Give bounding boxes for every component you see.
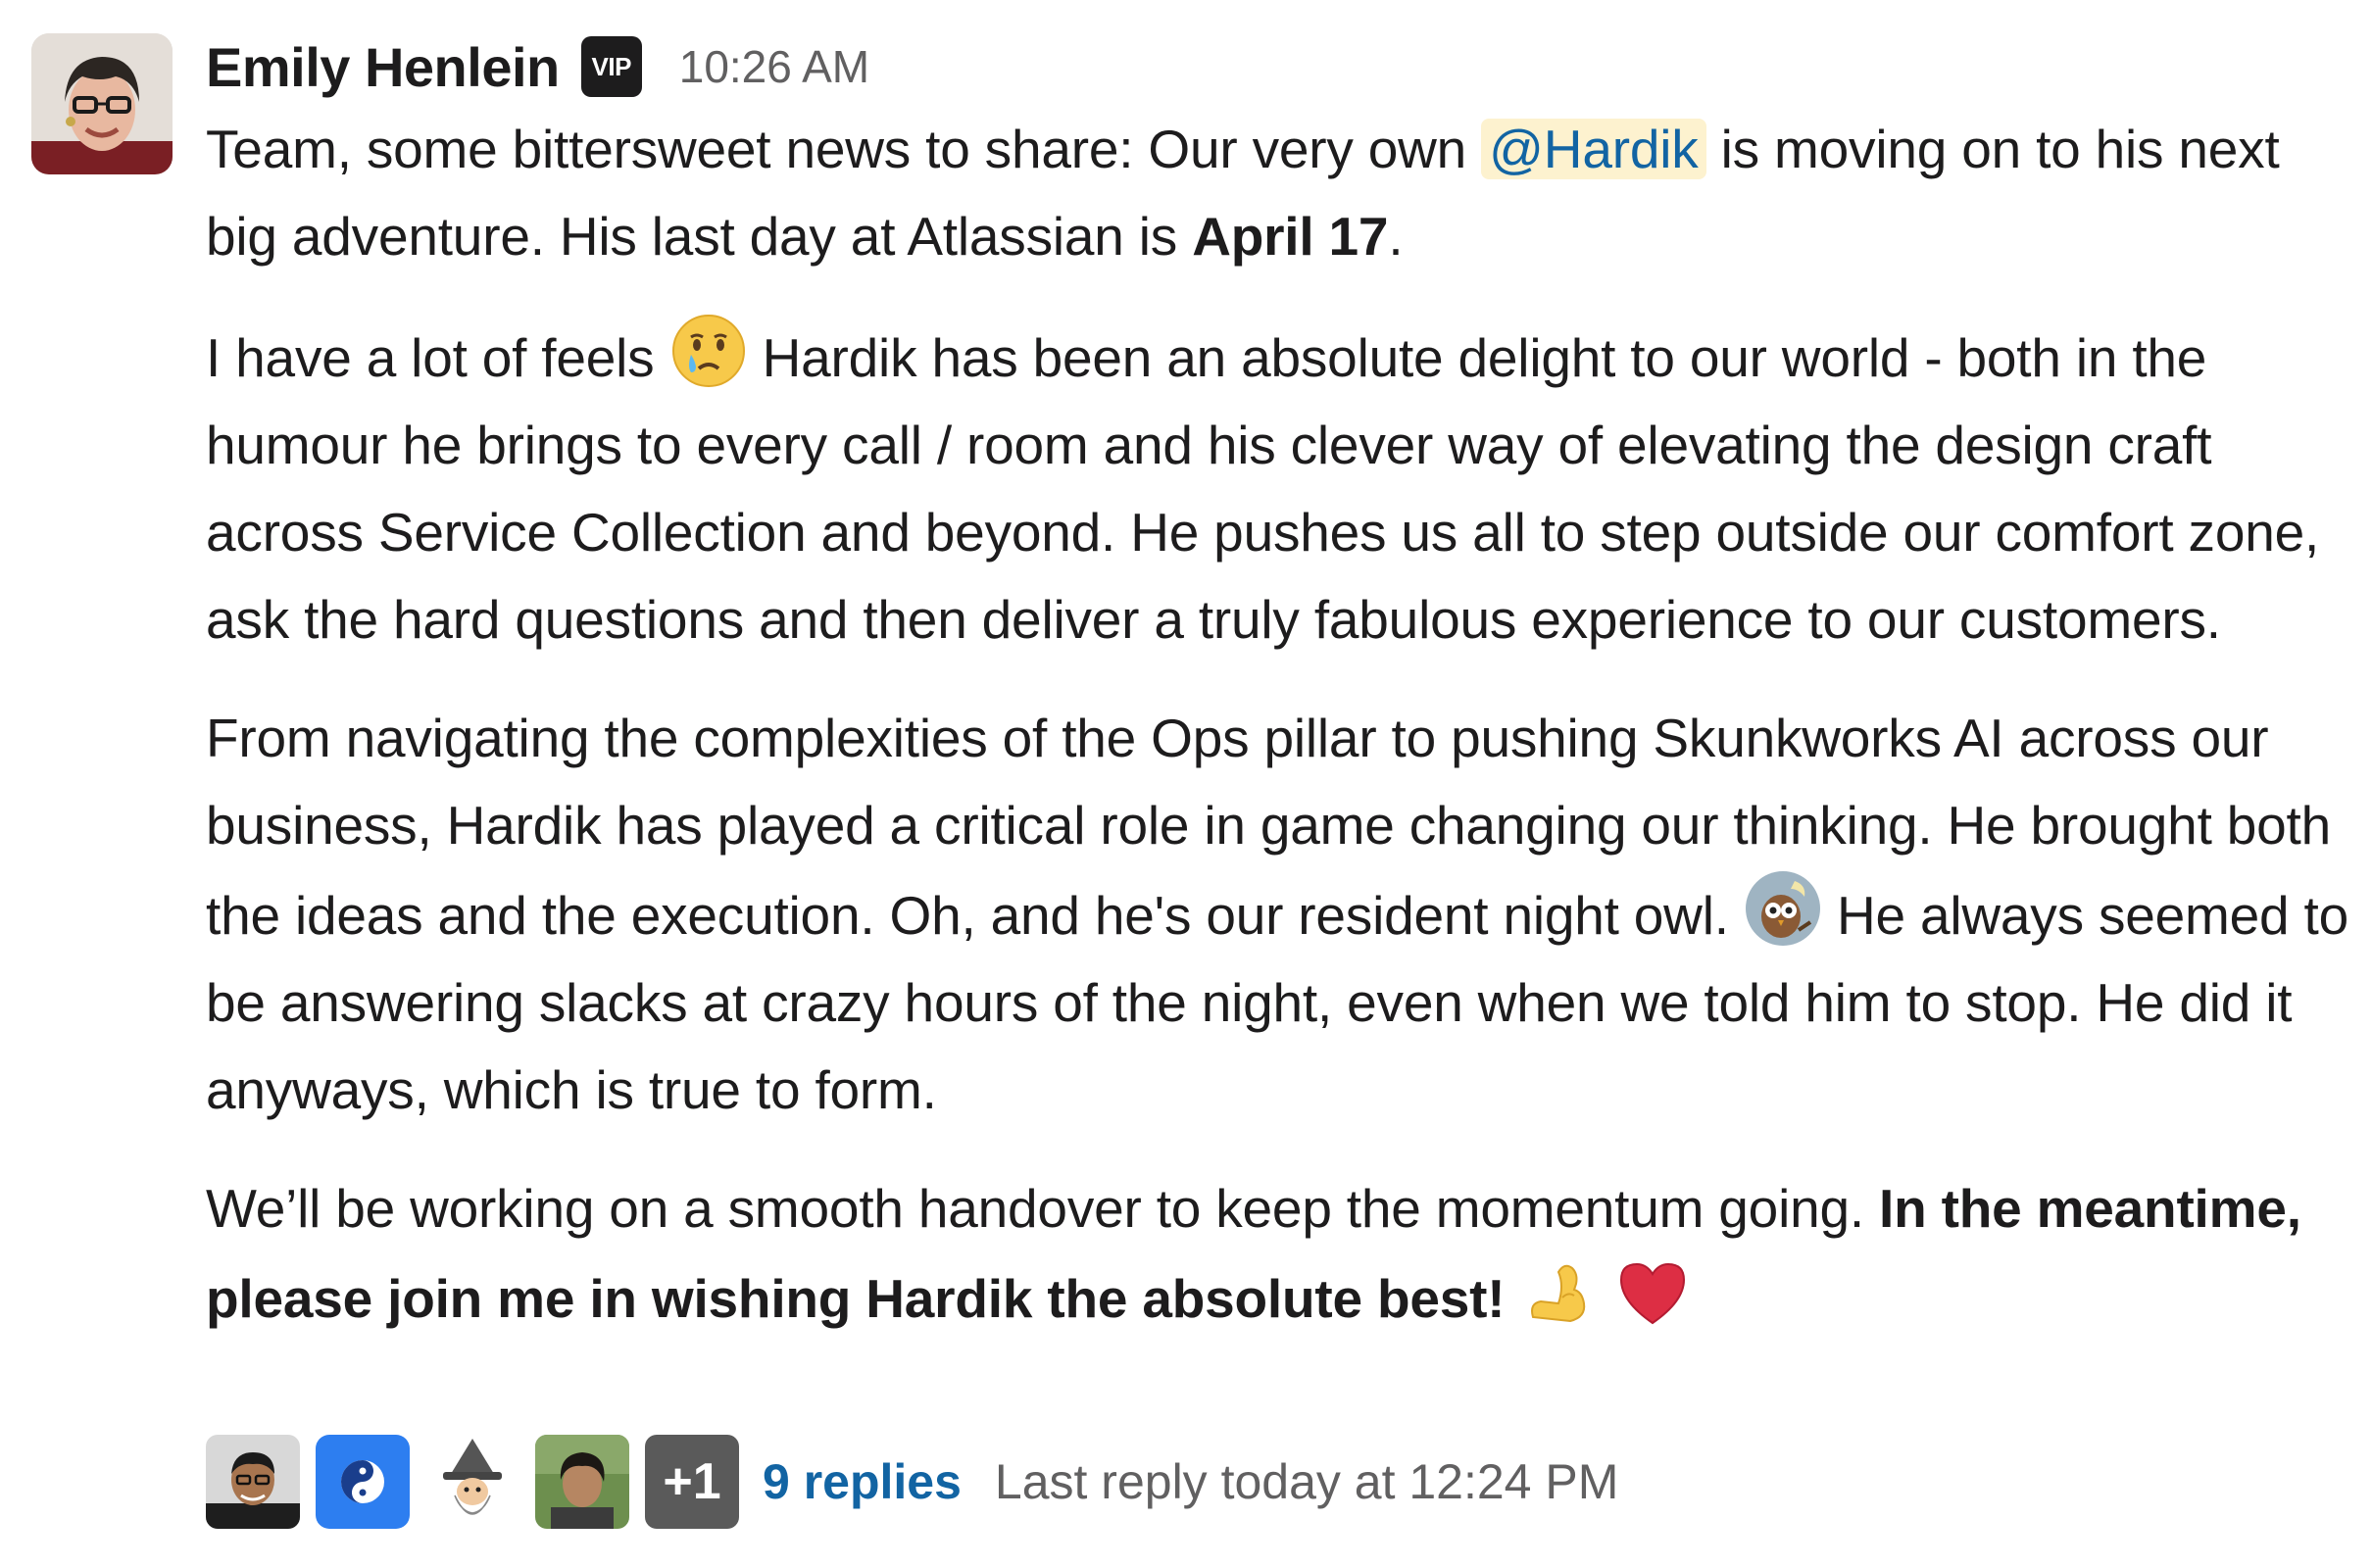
red-heart-icon — [1613, 1252, 1692, 1331]
replies-link[interactable]: 9 replies — [763, 1453, 962, 1510]
text: We’ll be working on a smooth handover to… — [206, 1178, 1880, 1239]
message-timestamp[interactable]: 10:26 AM — [679, 40, 869, 93]
message-content: Emily Henlein VIP 10:26 AM Team, some bi… — [206, 22, 2352, 1374]
last-reply-time: Last reply today at 12:24 PM — [994, 1454, 1619, 1509]
crying-face-icon — [669, 312, 748, 390]
vip-badge: VIP — [580, 36, 642, 97]
text: I have a lot of feels — [206, 327, 669, 388]
author-name[interactable]: Emily Henlein — [206, 35, 560, 99]
message-body: Team, some bittersweet news to share: Ou… — [206, 106, 2352, 1343]
reply-avatar-2[interactable] — [316, 1435, 410, 1529]
paragraph-4: We’ll be working on a smooth handover to… — [206, 1165, 2352, 1343]
user-mention[interactable]: @Hardik — [1481, 119, 1706, 179]
owl-icon — [1744, 869, 1822, 948]
reply-avatar-1[interactable] — [206, 1435, 300, 1529]
more-participants-count[interactable]: +1 — [645, 1435, 739, 1529]
message-header: Emily Henlein VIP 10:26 AM — [206, 22, 2352, 112]
flexed-biceps-icon — [1519, 1252, 1598, 1331]
text: Team, some bittersweet news to share: Ou… — [206, 119, 1467, 179]
reply-avatar-4[interactable] — [535, 1435, 629, 1529]
text: . — [1388, 206, 1404, 267]
reply-avatar-3[interactable] — [425, 1435, 519, 1529]
author-avatar[interactable] — [31, 33, 173, 174]
paragraph-3: From navigating the complexities of the … — [206, 695, 2352, 1134]
message: Emily Henlein VIP 10:26 AM Team, some bi… — [0, 0, 2372, 1568]
thread-summary[interactable]: +1 9 replies Last reply today at 12:24 P… — [206, 1433, 1618, 1531]
bold-date: April 17 — [1192, 206, 1389, 267]
paragraph-1: Team, some bittersweet news to share: Ou… — [206, 106, 2352, 280]
paragraph-2: I have a lot of feels Hardik has been an… — [206, 312, 2352, 663]
